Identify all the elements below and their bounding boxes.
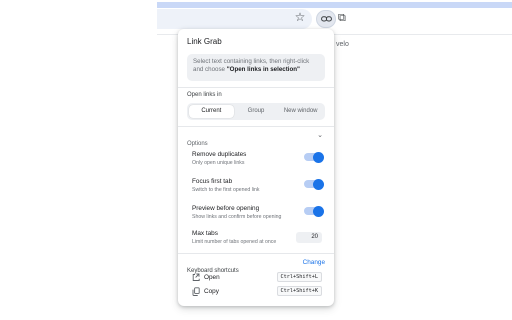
copy-icon [192, 287, 200, 296]
option-focus-first-tab: Focus first tab Switch to the first open… [192, 178, 324, 193]
divider [178, 126, 334, 127]
popup-title: Link Grab [187, 37, 222, 46]
open-mode-current[interactable]: Current [189, 105, 234, 118]
option-title: Focus first tab [192, 178, 233, 185]
focus-first-tab-toggle[interactable] [304, 178, 324, 190]
page-text-fragment: velo [336, 41, 349, 48]
option-subtitle: Only open unique links [192, 160, 245, 166]
shortcut-name: Open [204, 274, 220, 281]
open-external-icon [192, 273, 200, 281]
bookmark-star-icon[interactable]: ☆ [293, 10, 307, 24]
option-subtitle: Show links and confirm before opening [192, 214, 282, 220]
open-mode-group[interactable]: Group [234, 105, 279, 118]
option-subtitle: Switch to the first opened link [192, 187, 260, 193]
hint-emphasis: "Open links in selection" [226, 66, 300, 73]
toggle-knob [313, 178, 324, 190]
divider [178, 87, 334, 88]
open-mode-new-window[interactable]: New window [278, 105, 323, 118]
divider [178, 253, 334, 254]
shortcut-name: Copy [204, 288, 219, 295]
option-title: Preview before opening [192, 205, 260, 212]
remove-duplicates-toggle[interactable] [304, 151, 324, 163]
open-links-in-label: Open links in [187, 92, 222, 98]
shortcut-keys: Ctrl+Shift+L [276, 272, 322, 282]
open-mode-segmented-control: Current Group New window [187, 103, 325, 120]
chevron-down-icon: ⌄ [317, 132, 323, 139]
link-grab-extension-button[interactable] [316, 10, 336, 28]
max-tabs-input[interactable]: 20 [296, 232, 322, 243]
option-remove-duplicates: Remove duplicates Only open unique links [192, 151, 324, 166]
option-title: Remove duplicates [192, 151, 247, 158]
link-icon [321, 16, 332, 22]
shortcut-copy: Copy Ctrl+Shift+K [192, 286, 322, 297]
option-preview-before-opening: Preview before opening Show links and co… [192, 205, 324, 220]
options-section-toggle[interactable]: Options ⌄ [187, 132, 325, 147]
usage-hint: Select text containing links, then right… [187, 54, 325, 81]
shortcut-open: Open Ctrl+Shift+L [192, 272, 322, 283]
shortcut-keys: Ctrl+Shift+K [276, 286, 322, 296]
preview-before-opening-toggle[interactable] [304, 205, 324, 217]
toggle-knob [313, 151, 324, 163]
change-shortcuts-link[interactable]: Change [303, 259, 325, 266]
extension-popup: Link Grab Select text containing links, … [178, 29, 334, 306]
options-label: Options [187, 141, 208, 147]
option-max-tabs: Max tabs Limit number of tabs opened at … [192, 230, 322, 245]
toggle-knob [313, 205, 324, 217]
extensions-puzzle-icon[interactable]: ⧉ [338, 11, 350, 25]
address-bar[interactable] [157, 9, 312, 29]
